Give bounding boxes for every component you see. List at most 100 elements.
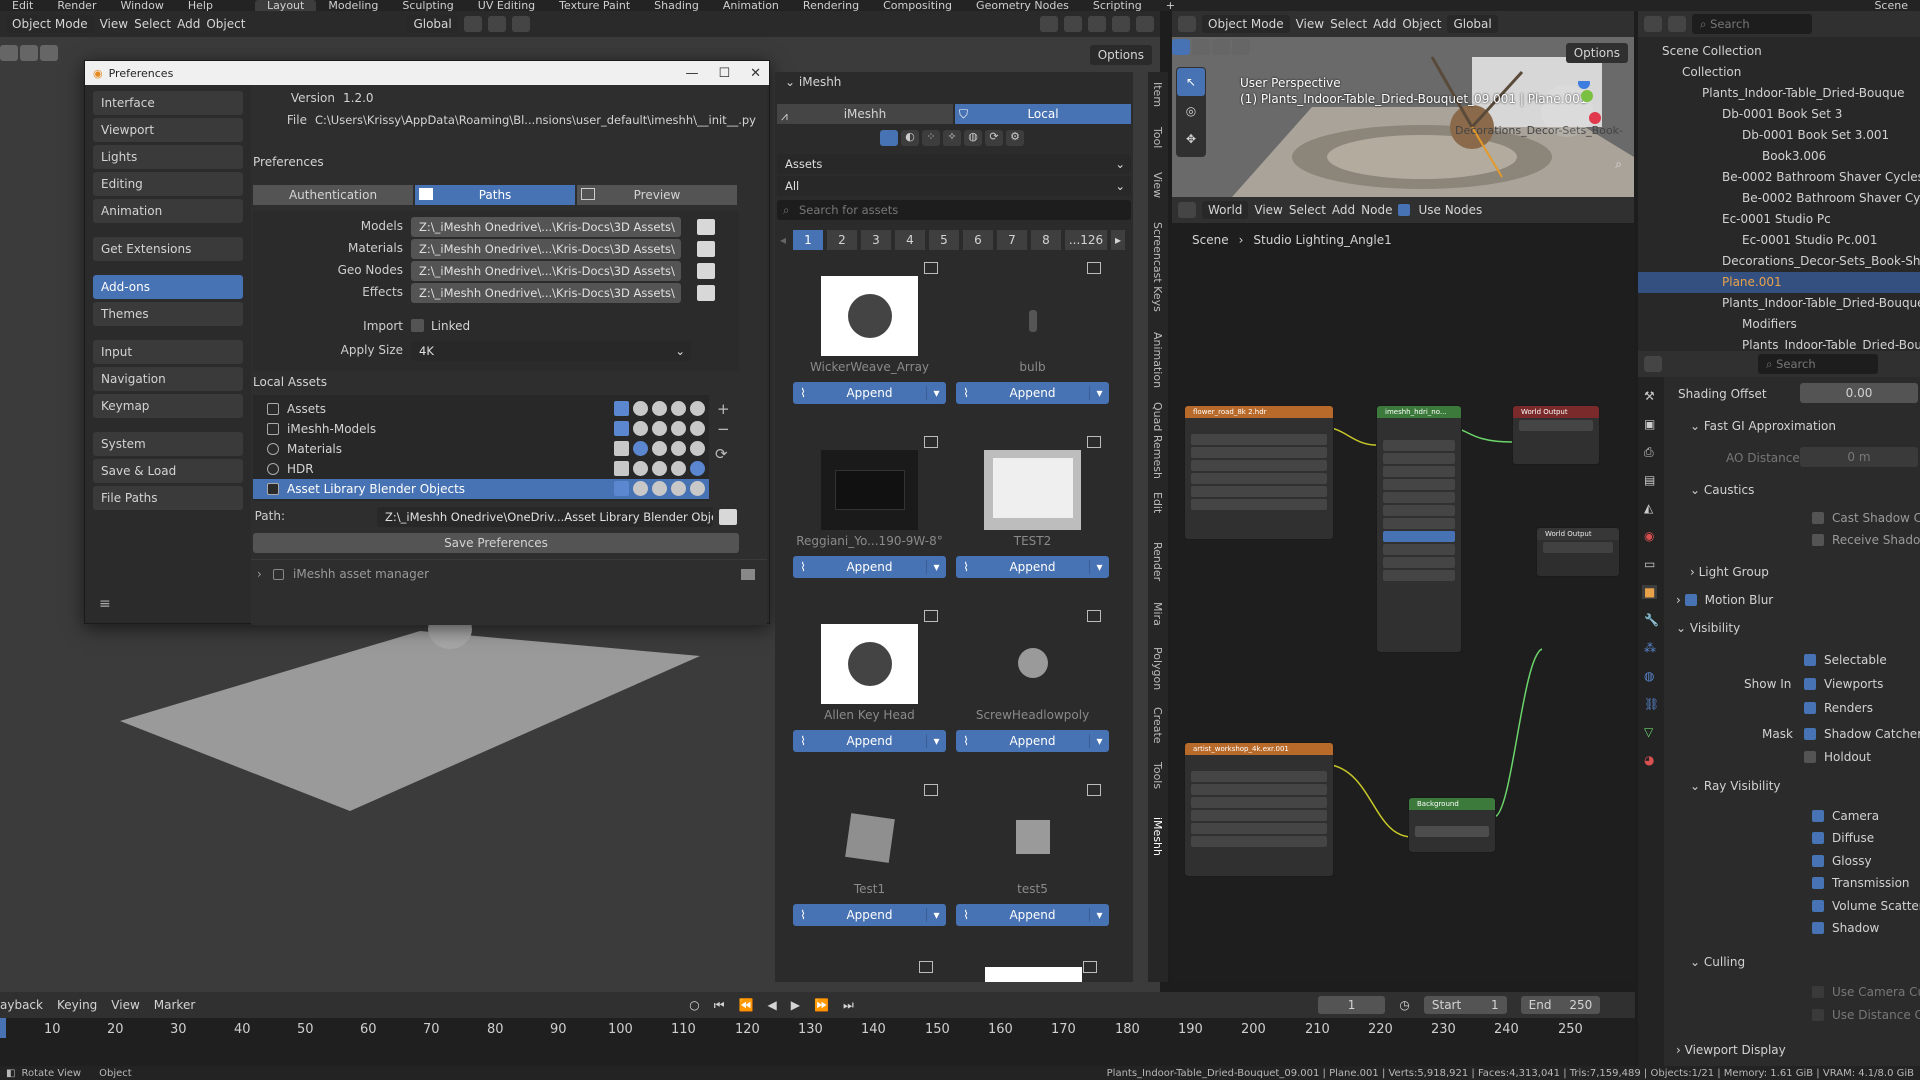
tab-imeshh[interactable]: ⩘ iMeshh [777, 104, 953, 124]
material-type-icon[interactable] [633, 481, 648, 496]
chevron-down-icon[interactable]: ▾ [1089, 386, 1109, 400]
select-subtract-icon[interactable] [1212, 39, 1230, 55]
asset-thumbnail[interactable] [984, 276, 1081, 356]
nav-editing[interactable]: Editing [93, 172, 243, 196]
constraints-tab-icon[interactable]: ⛓ [1644, 697, 1659, 711]
menu-add[interactable]: Add [177, 17, 200, 31]
menu-view[interactable]: View [1296, 17, 1324, 31]
nav-themes[interactable]: Themes [93, 302, 243, 326]
model-type-icon[interactable] [614, 441, 629, 456]
list-item-checkbox[interactable] [267, 483, 279, 495]
material-type-icon[interactable] [633, 401, 648, 416]
hdr-type-icon[interactable] [690, 441, 705, 456]
save-preferences-button[interactable]: Save Preferences [253, 533, 739, 553]
tab-modeling[interactable]: Modeling [316, 0, 390, 11]
tab-create[interactable]: Create [1151, 707, 1164, 744]
motion-blur-checkbox[interactable] [1684, 594, 1697, 606]
outliner-item[interactable]: Db-0001 Book Set 3.001 [1638, 125, 1920, 146]
nav-interface[interactable]: Interface [93, 91, 243, 115]
model-type-icon[interactable] [614, 421, 629, 436]
output-tab-icon[interactable]: ⎙ [1644, 445, 1654, 460]
visibility-panel-header[interactable]: ⌄ Visibility [1676, 621, 1740, 635]
editor-type-icon[interactable] [1644, 16, 1662, 32]
physics-tab-icon[interactable]: ◍ [1644, 669, 1654, 683]
tab-tools[interactable]: Tools [1151, 762, 1164, 789]
menu-select[interactable]: Select [134, 17, 171, 31]
asset-card[interactable]: ScrewHeadlowpoly ⌇ Append ▾ [956, 608, 1109, 778]
outliner-search-input[interactable]: ⌕ Search [1692, 14, 1812, 34]
world-output-node[interactable]: World Output [1512, 405, 1600, 465]
menu-object[interactable]: Object [206, 17, 245, 31]
outliner-item[interactable]: Db-0001 Book Set 3 [1638, 104, 1920, 125]
mode-dropdown[interactable]: Object Mode [1202, 15, 1290, 33]
outliner-item[interactable]: Plants_Indoor-Table_Dried-Bouque [1638, 293, 1920, 314]
preview-icon[interactable] [924, 262, 938, 274]
outliner-item[interactable]: Collection [1638, 62, 1920, 83]
nav-file-paths[interactable]: File Paths [93, 486, 243, 510]
geo-type-icon[interactable] [652, 401, 667, 416]
preview-icon[interactable] [1087, 262, 1101, 274]
folder-icon[interactable] [697, 285, 715, 301]
asset-thumbnail[interactable] [985, 967, 1082, 982]
model-type-icon[interactable] [614, 461, 629, 476]
outliner-item[interactable]: Scene Collection [1638, 41, 1920, 62]
apply-size-dropdown[interactable]: 4K ⌄ [411, 341, 691, 361]
scene-tab-icon[interactable]: ◭ [1644, 501, 1653, 515]
navigation-gizmo[interactable] [1532, 81, 1602, 141]
proportional-icon[interactable] [511, 16, 530, 32]
hamburger-icon[interactable]: ≡ [99, 596, 111, 612]
shading-rendered-icon[interactable] [1136, 16, 1154, 32]
use-distance-cull-checkbox[interactable]: Use Distance Cull [1812, 1008, 1920, 1022]
tab-animation[interactable]: Animation [1151, 332, 1164, 388]
preview-icon[interactable] [919, 961, 933, 973]
asset-card[interactable]: Test1 ⌇ Append ▾ [793, 782, 946, 952]
fast-gi-panel-header[interactable]: ⌄ Fast GI Approximation [1690, 419, 1836, 433]
shading-solid-icon[interactable] [1088, 16, 1106, 32]
jump-end-icon[interactable]: ⏭ [843, 998, 854, 1013]
data-tab-icon[interactable]: ▽ [1644, 725, 1653, 739]
asset-card[interactable]: Reggiani_Yo...190-9W-8° ⌇ Append ▾ [793, 434, 946, 604]
list-item[interactable]: Materials [253, 439, 709, 459]
select-extend-icon[interactable] [1192, 39, 1210, 55]
append-button[interactable]: ⌇ Append ▾ [956, 730, 1109, 752]
material-type-icon[interactable] [633, 461, 648, 476]
options-dropdown[interactable]: Options [1089, 45, 1152, 65]
tab-compositing[interactable]: Compositing [871, 0, 964, 11]
start-frame-field[interactable]: Start 1 [1423, 996, 1507, 1014]
outliner-item[interactable]: Ec-0001 Studio Pc.001 [1638, 230, 1920, 251]
effects-path-field[interactable]: Z:\_iMeshh Onedrive\...\Kris-Docs\3D Ass… [411, 283, 681, 303]
tab-preview[interactable]: Preview [577, 185, 737, 205]
list-item[interactable]: iMeshh-Models [253, 419, 709, 439]
material-type-icon[interactable] [633, 441, 648, 456]
effect-type-icon[interactable] [671, 481, 686, 496]
page-button[interactable]: 7 [997, 230, 1027, 250]
preview-icon[interactable] [924, 784, 938, 796]
filter-dropdown[interactable]: All ⌄ [777, 176, 1131, 196]
nav-get-extensions[interactable]: Get Extensions [93, 237, 243, 261]
asset-card[interactable]: WickerWeave_Array ⌇ Append ▾ [793, 260, 946, 430]
menu-add[interactable]: Add [1373, 17, 1396, 31]
object-tab-icon[interactable]: ■ [1642, 585, 1658, 599]
ao-distance-field[interactable]: 0 m [1800, 447, 1918, 467]
world-tab-icon[interactable]: ◉ [1644, 529, 1654, 543]
scene-selector[interactable]: Scene [1862, 0, 1920, 11]
shading-offset-field[interactable]: 0.00 [1800, 383, 1918, 403]
geo-nodes-path-field[interactable]: Z:\_iMeshh Onedrive\...\Kris-Docs\3D Ass… [411, 261, 681, 281]
hdr-type-icon[interactable] [690, 481, 705, 496]
outliner-item[interactable]: Be-0002 Bathroom Shaver Cycl [1638, 188, 1920, 209]
list-item-checkbox[interactable] [267, 423, 279, 435]
maximize-icon[interactable]: ☐ [718, 66, 730, 81]
renders-checkbox[interactable]: Renders [1804, 701, 1873, 715]
play-reverse-icon[interactable]: ◀ [768, 998, 777, 1012]
asset-card[interactable]: test5 ⌇ Append ▾ [956, 782, 1109, 952]
snap-icon[interactable] [487, 16, 506, 32]
nav-navigation[interactable]: Navigation [93, 367, 243, 391]
folder-icon[interactable] [719, 509, 737, 525]
append-button[interactable]: ⌇ Append ▾ [956, 382, 1109, 404]
tab-tool[interactable]: Tool [1151, 127, 1164, 148]
nav-viewport[interactable]: Viewport [93, 118, 243, 142]
transmission-checkbox[interactable]: Transmission [1812, 876, 1910, 890]
tab-sculpting[interactable]: Sculpting [390, 0, 465, 11]
tab-local[interactable]: ⛉ Local [955, 104, 1131, 124]
page-button[interactable]: 2 [827, 230, 857, 250]
